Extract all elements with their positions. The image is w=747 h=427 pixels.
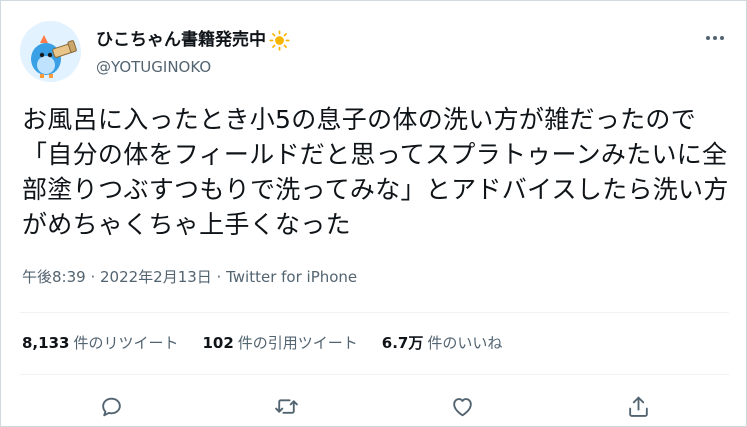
likes-stat[interactable]: 6.7万 件のいいね	[382, 333, 503, 353]
share-icon[interactable]	[623, 391, 653, 421]
tweet-timestamp[interactable]: 午後8:39 · 2022年2月13日 · Twitter for iPhone	[22, 267, 357, 287]
more-options-icon[interactable]	[704, 27, 726, 49]
avatar-image	[20, 21, 81, 82]
tweet-card: ひこちゃん書籍発売中 @YOTUGINOKO お風呂に入ったとき小5の息子の体の	[0, 0, 747, 427]
user-handle[interactable]: @YOTUGINOKO	[96, 57, 211, 77]
tweet-text: お風呂に入ったとき小5の息子の体の洗い方が雑だったので「自分の体をフィールドだと…	[22, 105, 729, 239]
quotes-count: 102	[202, 334, 234, 352]
like-icon[interactable]	[447, 391, 477, 421]
retweet-icon[interactable]	[271, 391, 301, 421]
retweets-count: 8,133	[22, 334, 70, 352]
display-name[interactable]: ひこちゃん書籍発売中	[96, 29, 266, 51]
quotes-label: 件の引用ツイート	[237, 334, 358, 352]
likes-count: 6.7万	[381, 334, 424, 352]
quotes-stat[interactable]: 102 件の引用ツイート	[202, 333, 357, 353]
sun-icon	[269, 29, 290, 51]
avatar[interactable]	[20, 21, 81, 82]
retweets-stat[interactable]: 8,133 件のリツイート	[22, 333, 178, 353]
divider	[20, 374, 729, 375]
likes-label: 件のいいね	[427, 334, 503, 352]
retweets-label: 件のリツイート	[73, 334, 179, 352]
tweet-stats: 8,133 件のリツイート 102 件の引用ツイート 6.7万 件のいいね	[22, 333, 502, 353]
reply-icon[interactable]	[96, 391, 126, 421]
display-name-row[interactable]: ひこちゃん書籍発売中	[96, 29, 290, 51]
divider	[20, 312, 729, 313]
action-bar	[1, 391, 747, 421]
